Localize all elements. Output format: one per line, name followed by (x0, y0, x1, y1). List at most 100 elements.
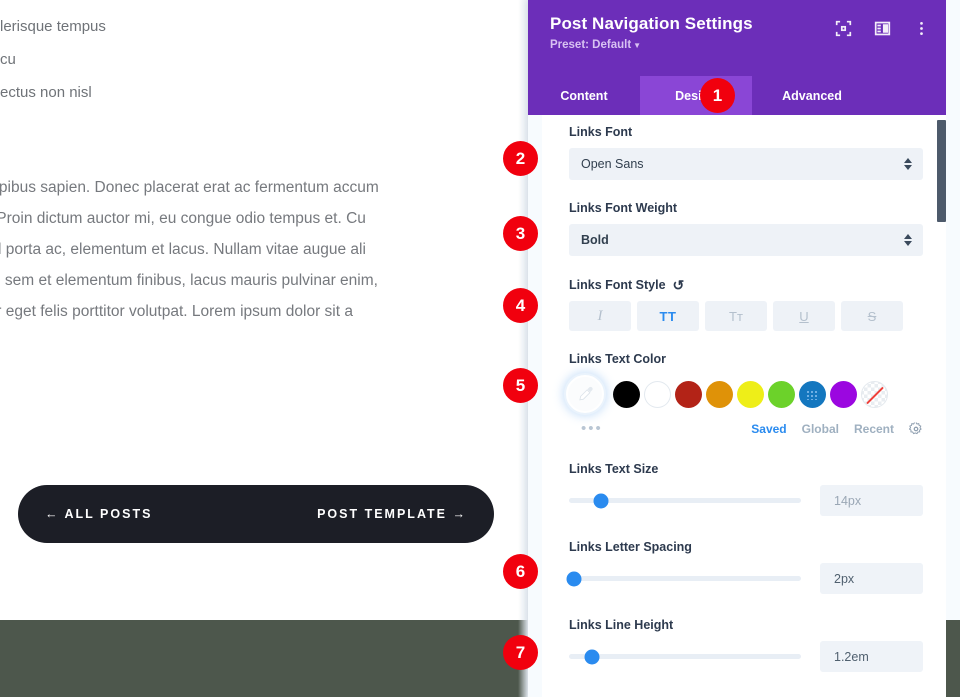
links-line-height-row: 1.2em (569, 641, 923, 672)
panel-right-rail-footer (946, 620, 960, 697)
color-swatch-meta-row: ••• Saved Global Recent (569, 420, 923, 437)
color-swatch-purple[interactable] (830, 381, 857, 408)
post-navigation-module: ← ALL POSTS POST TEMPLATE → (18, 485, 494, 543)
step-badge-6: 6 (503, 554, 538, 589)
panel-header-actions (835, 20, 930, 37)
color-tab-recent[interactable]: Recent (854, 422, 894, 436)
field-links-text-color: Links Text Color (569, 352, 923, 437)
links-text-size-label: Links Text Size (569, 462, 923, 476)
body-line: ligula, ultricies vel porta ac, elementu… (0, 234, 528, 265)
color-swatch-red[interactable] (675, 381, 702, 408)
links-font-style-label: Links Font Style ↺ (569, 278, 923, 292)
select-stepper-icon (904, 234, 912, 246)
preset-label: Preset: Default (550, 39, 631, 51)
panel-tabs: Content Design Advanced (528, 76, 946, 115)
tab-content[interactable]: Content (528, 76, 640, 115)
links-letter-spacing-label: Links Letter Spacing (569, 540, 923, 554)
more-colors-button[interactable]: ••• (569, 420, 603, 437)
links-line-height-label: Links Line Height (569, 618, 923, 632)
body-line: vitae purus velit. Proin dictum auctor m… (0, 203, 528, 234)
chevron-down-icon: ▼ (633, 41, 641, 50)
links-line-height-value[interactable]: 1.2em (820, 641, 923, 672)
slider-thumb[interactable] (594, 493, 609, 508)
links-text-size-slider[interactable] (569, 498, 801, 503)
slider-thumb[interactable] (566, 571, 581, 586)
focus-target-icon[interactable] (835, 20, 852, 37)
links-font-weight-select[interactable]: Bold (569, 224, 923, 256)
small-caps-icon: Tт (729, 309, 743, 324)
step-badge-7: 7 (503, 635, 538, 670)
field-links-font: Links Font Open Sans (569, 125, 923, 180)
strikethrough-icon: S (868, 309, 877, 324)
color-swatch-blue[interactable] (799, 381, 826, 408)
font-style-uppercase-button[interactable]: TT (637, 301, 699, 331)
links-letter-spacing-slider[interactable] (569, 576, 801, 581)
slider-thumb[interactable] (585, 649, 600, 664)
body-line: amet, pulvinar dapibus sapien. Donec pla… (0, 172, 528, 203)
links-font-label: Links Font (569, 125, 923, 139)
links-font-weight-value: Bold (581, 233, 609, 247)
color-swatch-black[interactable] (613, 381, 640, 408)
links-text-size-row: 14px (569, 485, 923, 516)
screen-root: lerisque tempus cu ectus non nisl amet, … (0, 0, 960, 697)
body-line: nus suscipit tortor eget felis porttitor… (0, 296, 528, 327)
page-preview: lerisque tempus cu ectus non nisl amet, … (0, 0, 528, 697)
font-style-smallcaps-button[interactable]: Tт (705, 301, 767, 331)
reset-icon[interactable]: ↺ (673, 278, 685, 292)
panel-body: Links Font Open Sans Links Font Weight B… (542, 115, 946, 697)
links-letter-spacing-value[interactable]: 2px (820, 563, 923, 594)
color-swatch-white[interactable] (644, 381, 671, 408)
next-post-link[interactable]: POST TEMPLATE → (317, 507, 467, 521)
field-links-font-weight: Links Font Weight Bold (569, 201, 923, 256)
links-font-select[interactable]: Open Sans (569, 148, 923, 180)
links-text-size-value[interactable]: 14px (820, 485, 923, 516)
select-stepper-icon (904, 158, 912, 170)
panel-right-rail (946, 0, 960, 697)
step-badge-4: 4 (503, 288, 538, 323)
tab-advanced[interactable]: Advanced (752, 76, 872, 115)
color-swatch-green[interactable] (768, 381, 795, 408)
font-style-strikethrough-button[interactable]: S (841, 301, 903, 331)
panel-header: Post Navigation Settings Preset: Default… (528, 0, 946, 76)
gear-icon[interactable] (909, 422, 923, 436)
uppercase-icon: TT (660, 309, 677, 324)
step-badge-2: 2 (503, 141, 538, 176)
font-style-italic-button[interactable]: I (569, 301, 631, 331)
links-line-height-slider[interactable] (569, 654, 801, 659)
underline-icon: U (799, 309, 808, 324)
color-tab-saved[interactable]: Saved (751, 422, 786, 436)
italic-icon: I (598, 308, 603, 325)
layout-panel-icon[interactable] (874, 20, 891, 37)
step-badge-5: 5 (503, 368, 538, 403)
preview-edge-shadow (518, 0, 528, 697)
links-font-style-text: Links Font Style (569, 278, 666, 292)
font-style-underline-button[interactable]: U (773, 301, 835, 331)
color-swatch-yellow[interactable] (737, 381, 764, 408)
eyedropper-icon[interactable] (566, 375, 604, 413)
field-links-text-size: Links Text Size 14px (569, 462, 923, 516)
preset-selector[interactable]: Preset: Default▼ (550, 39, 946, 51)
prev-post-link[interactable]: ← ALL POSTS (45, 507, 152, 521)
panel-scrollbar[interactable] (937, 120, 946, 222)
excerpt-line: lerisque tempus (0, 10, 528, 43)
links-letter-spacing-row: 2px (569, 563, 923, 594)
font-style-button-group: I TT Tт U S (569, 301, 923, 331)
eyedropper-glyph (575, 384, 595, 404)
excerpt-line: ectus non nisl (0, 76, 528, 109)
field-links-font-style: Links Font Style ↺ I TT Tт U (569, 278, 923, 331)
tab-design[interactable]: Design (640, 76, 752, 115)
color-swatch-orange[interactable] (706, 381, 733, 408)
color-swatch-transparent[interactable] (861, 381, 888, 408)
body-line: . Donec euismod, sem et elementum finibu… (0, 265, 528, 296)
more-vertical-icon[interactable] (913, 20, 930, 37)
links-font-value: Open Sans (581, 157, 644, 171)
links-text-color-label: Links Text Color (569, 352, 923, 366)
color-tabs: Saved Global Recent (751, 422, 923, 436)
page-footer-band (0, 620, 528, 697)
field-links-line-height: Links Line Height 1.2em (569, 618, 923, 672)
settings-panel: Post Navigation Settings Preset: Default… (528, 0, 960, 697)
links-font-weight-label: Links Font Weight (569, 201, 923, 215)
step-badge-3: 3 (503, 216, 538, 251)
color-tab-global[interactable]: Global (802, 422, 839, 436)
field-links-letter-spacing: Links Letter Spacing 2px (569, 540, 923, 594)
